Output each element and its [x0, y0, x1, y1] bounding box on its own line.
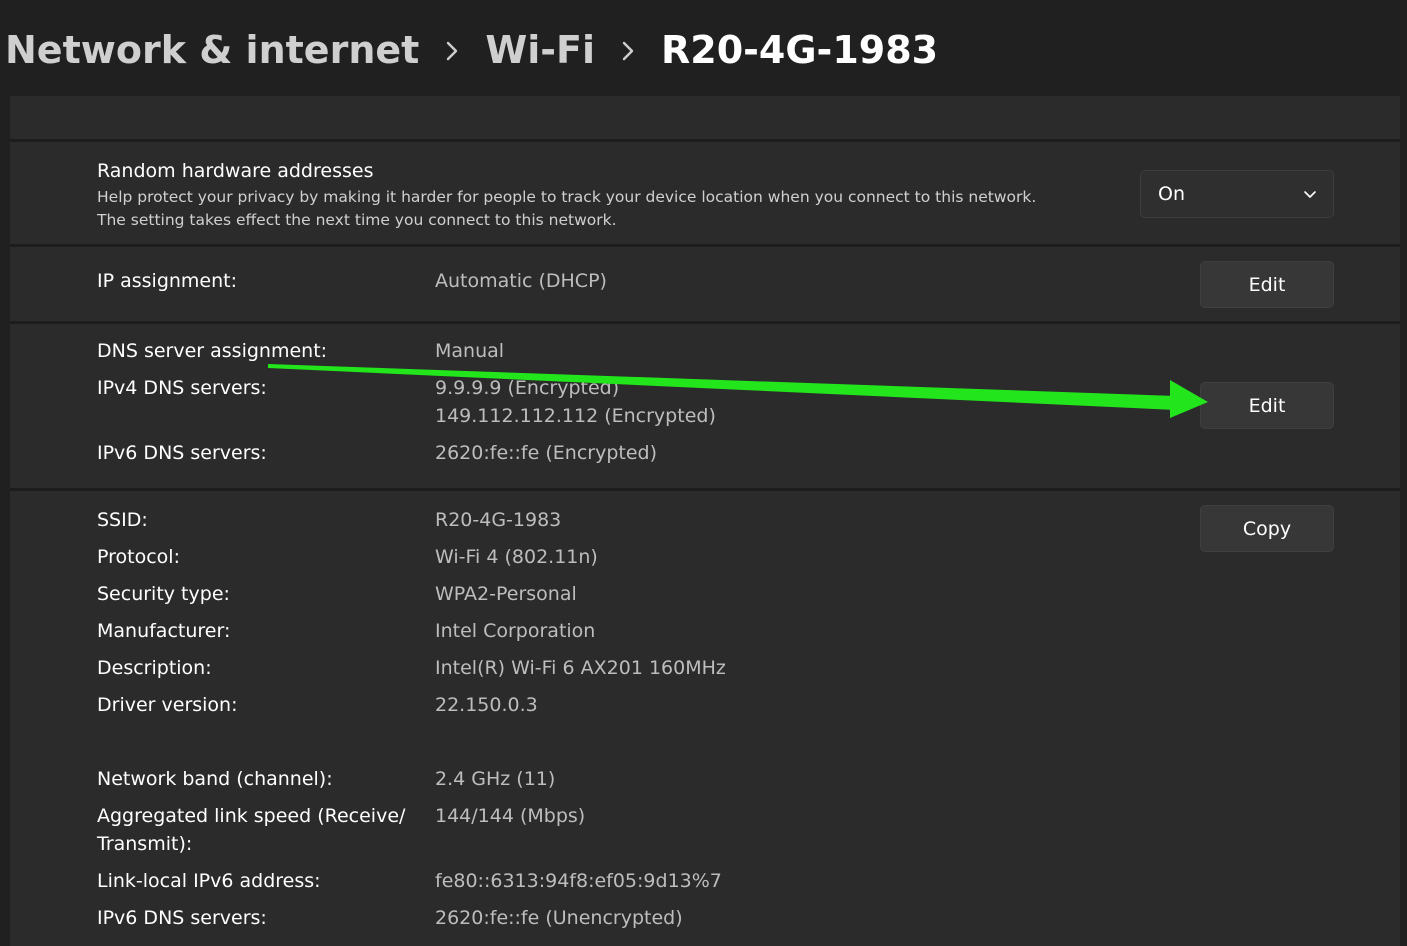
link-speed-label-line2: Transmit):: [97, 833, 193, 855]
manufacturer-label: Manufacturer:: [97, 620, 231, 642]
random-hw-description-line1: Help protect your privacy by making it h…: [97, 188, 1037, 206]
ipv6-dns-servers-value: 2620:fe::fe (Unencrypted): [435, 907, 683, 929]
breadcrumb-network-internet[interactable]: Network & internet: [5, 28, 419, 72]
driver-version-value: 22.150.0.3: [435, 694, 538, 716]
link-speed-label-line1: Aggregated link speed (Receive/: [97, 805, 406, 827]
chevron-right-icon: [419, 35, 485, 65]
random-hw-dropdown-value: On: [1158, 183, 1185, 205]
ssid-value: R20-4G-1983: [435, 509, 562, 531]
protocol-label: Protocol:: [97, 546, 180, 568]
security-type-value: WPA2-Personal: [435, 583, 577, 605]
properties-section: Copy SSID: R20-4G-1983 Protocol: Wi-Fi 4…: [10, 491, 1400, 946]
network-band-label: Network band (channel):: [97, 768, 333, 790]
ipv6-dns-label: IPv6 DNS servers:: [97, 442, 267, 464]
copy-properties-button[interactable]: Copy: [1200, 505, 1334, 552]
random-hw-title: Random hardware addresses: [97, 160, 374, 182]
chevron-right-icon: [595, 35, 661, 65]
chevron-down-icon: [1303, 183, 1317, 205]
driver-version-label: Driver version:: [97, 694, 238, 716]
random-hw-dropdown[interactable]: On: [1140, 170, 1334, 218]
link-local-ipv6-label: Link-local IPv6 address:: [97, 870, 321, 892]
protocol-value: Wi-Fi 4 (802.11n): [435, 546, 598, 568]
random-hardware-addresses-section: Random hardware addresses Help protect y…: [10, 142, 1400, 244]
random-hw-description-line2: The setting takes effect the next time y…: [97, 211, 617, 229]
ssid-label: SSID:: [97, 509, 148, 531]
manufacturer-value: Intel Corporation: [435, 620, 596, 642]
ip-assignment-value: Automatic (DHCP): [435, 270, 607, 292]
network-band-value: 2.4 GHz (11): [435, 768, 556, 790]
ipv6-dns-servers-label: IPv6 DNS servers:: [97, 907, 267, 929]
dns-assignment-label: DNS server assignment:: [97, 340, 328, 362]
ipv4-dns-label: IPv4 DNS servers:: [97, 377, 267, 399]
link-speed-value: 144/144 (Mbps): [435, 805, 586, 827]
ip-assignment-edit-button[interactable]: Edit: [1200, 261, 1334, 308]
ip-assignment-label: IP assignment:: [97, 270, 238, 292]
description-label: Description:: [97, 657, 212, 679]
dns-edit-button[interactable]: Edit: [1200, 382, 1334, 429]
dns-section: DNS server assignment: Manual IPv4 DNS s…: [10, 324, 1400, 488]
ip-assignment-section: IP assignment: Automatic (DHCP) Edit: [10, 247, 1400, 321]
ipv6-dns-value: 2620:fe::fe (Encrypted): [435, 442, 657, 464]
ipv4-dns-value-1: 9.9.9.9 (Encrypted): [435, 377, 620, 399]
breadcrumb: Network & internet Wi-Fi R20-4G-1983: [5, 22, 938, 78]
breadcrumb-wifi[interactable]: Wi-Fi: [485, 28, 595, 72]
network-properties-panel: Random hardware addresses Help protect y…: [10, 96, 1400, 946]
security-type-label: Security type:: [97, 583, 230, 605]
description-value: Intel(R) Wi-Fi 6 AX201 160MHz: [435, 657, 726, 679]
ipv4-dns-value-2: 149.112.112.112 (Encrypted): [435, 405, 716, 427]
page-title: R20-4G-1983: [661, 28, 939, 72]
link-local-ipv6-value: fe80::6313:94f8:ef05:9d13%7: [435, 870, 722, 892]
dns-assignment-value: Manual: [435, 340, 505, 362]
